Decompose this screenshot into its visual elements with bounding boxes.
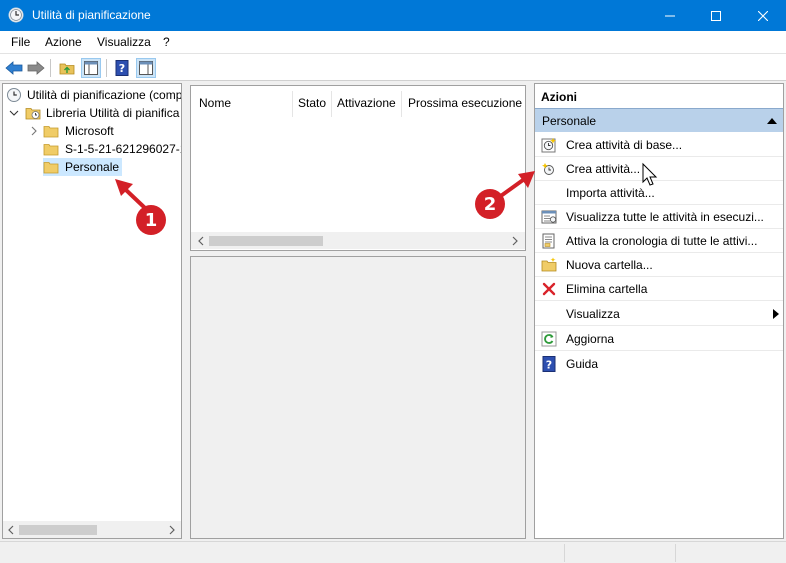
scroll-right-icon[interactable]	[509, 235, 521, 247]
submenu-arrow-icon	[773, 309, 779, 319]
scroll-thumb[interactable]	[209, 236, 323, 246]
menu-azione[interactable]: Azione	[45, 35, 82, 49]
title-bar: Utilità di pianificazione	[0, 0, 786, 31]
help-toolbar-button[interactable]: ?	[112, 58, 132, 78]
action-help[interactable]: ? Guida	[535, 352, 783, 376]
console-tree-icon	[84, 61, 98, 75]
list-horizontal-scrollbar[interactable]	[191, 232, 525, 249]
toolbar: ?	[0, 53, 786, 81]
menu-file[interactable]: File	[11, 35, 30, 49]
action-delete-folder[interactable]: Elimina cartella	[535, 277, 783, 301]
menu-visualizza[interactable]: Visualizza	[97, 35, 151, 49]
toolbar-separator	[106, 59, 107, 77]
column-header-attivazione[interactable]: Attivazione	[337, 96, 396, 110]
status-bar	[0, 541, 786, 563]
column-divider[interactable]	[292, 91, 293, 117]
show-action-pane-button[interactable]	[136, 58, 156, 78]
action-import-task[interactable]: Importa attività...	[535, 181, 783, 205]
scroll-thumb[interactable]	[19, 525, 97, 535]
history-icon	[542, 233, 555, 249]
running-tasks-icon	[541, 210, 557, 224]
tree-root[interactable]: Utilità di pianificazione (comp	[3, 86, 181, 104]
status-divider	[564, 544, 565, 562]
window-title: Utilità di pianificazione	[32, 8, 151, 22]
minimize-icon	[665, 15, 675, 16]
action-enable-history[interactable]: Attiva la cronologia di tutte le attivi.…	[535, 229, 783, 253]
actions-group-header[interactable]: Personale	[535, 108, 783, 132]
help-book-icon: ?	[115, 60, 129, 76]
svg-text:?: ?	[546, 359, 552, 372]
action-refresh[interactable]: Aggiorna	[535, 327, 783, 351]
scroll-right-icon[interactable]	[166, 524, 178, 536]
close-button[interactable]	[740, 0, 786, 31]
tree-item-personale[interactable]: Personale	[3, 158, 181, 176]
back-button[interactable]	[4, 58, 24, 78]
task-detail-pane	[190, 256, 526, 539]
maximize-button[interactable]	[693, 0, 739, 31]
toolbar-separator	[50, 59, 51, 77]
column-divider[interactable]	[331, 91, 332, 117]
status-divider	[675, 544, 676, 562]
chevron-right-icon	[31, 126, 37, 136]
up-folder-button[interactable]	[57, 58, 77, 78]
action-new-folder[interactable]: Nuova cartella...	[535, 253, 783, 277]
tree-horizontal-scrollbar[interactable]	[3, 521, 181, 538]
arrow-right-icon	[27, 61, 45, 75]
tree-item-sid[interactable]: S-1-5-21-621296027-1	[3, 140, 181, 158]
create-task-icon	[542, 163, 554, 175]
refresh-icon	[541, 331, 557, 347]
action-create-basic-task[interactable]: Crea attività di base...	[535, 133, 783, 157]
collapse-up-icon[interactable]	[767, 117, 777, 125]
column-header-stato[interactable]: Stato	[298, 96, 326, 110]
folder-icon	[43, 162, 59, 174]
close-icon	[758, 10, 768, 21]
actions-pane: Azioni Personale Crea attività di base..…	[534, 83, 784, 539]
scroll-left-icon[interactable]	[195, 235, 207, 247]
folder-icon	[43, 126, 59, 138]
actions-title: Azioni	[541, 90, 577, 104]
show-tree-button[interactable]	[81, 58, 101, 78]
clock-icon	[7, 88, 21, 102]
column-divider[interactable]	[401, 91, 402, 117]
task-list: Nome Stato Attivazione Prossima esecuzio…	[190, 85, 526, 251]
svg-text:?: ?	[119, 62, 125, 75]
annotation-badge-1: 1	[136, 205, 166, 235]
folder-up-icon	[59, 63, 75, 75]
action-view[interactable]: Visualizza	[535, 302, 783, 326]
column-header-prossima-esecuzione[interactable]: Prossima esecuzione	[408, 96, 522, 110]
folder-icon	[43, 144, 59, 156]
column-header-nome[interactable]: Nome	[199, 96, 231, 110]
library-folder-icon	[25, 108, 41, 120]
tree-item-microsoft[interactable]: Microsoft	[3, 122, 181, 140]
tree-library[interactable]: Libreria Utilità di pianifica	[3, 104, 181, 122]
arrow-left-icon	[5, 61, 23, 75]
maximize-icon	[711, 10, 721, 21]
action-pane-icon	[139, 61, 153, 75]
delete-icon	[542, 282, 556, 296]
scroll-left-icon[interactable]	[5, 524, 17, 536]
action-view-running-tasks[interactable]: Visualizza tutte le attività in esecuzi.…	[535, 205, 783, 229]
action-create-task[interactable]: Crea attività...	[535, 157, 783, 181]
new-folder-icon	[541, 257, 557, 272]
forward-button[interactable]	[26, 58, 46, 78]
chevron-down-icon	[9, 110, 19, 116]
minimize-button[interactable]	[647, 0, 693, 31]
annotation-badge-2: 2	[475, 189, 505, 219]
console-tree: Utilità di pianificazione (comp Libreria…	[2, 83, 182, 539]
menu-bar: File Azione Visualizza ?	[0, 31, 786, 53]
clock-icon	[8, 7, 24, 23]
menu-help[interactable]: ?	[163, 35, 170, 49]
help-icon: ?	[542, 356, 556, 372]
basic-task-icon	[541, 138, 556, 153]
